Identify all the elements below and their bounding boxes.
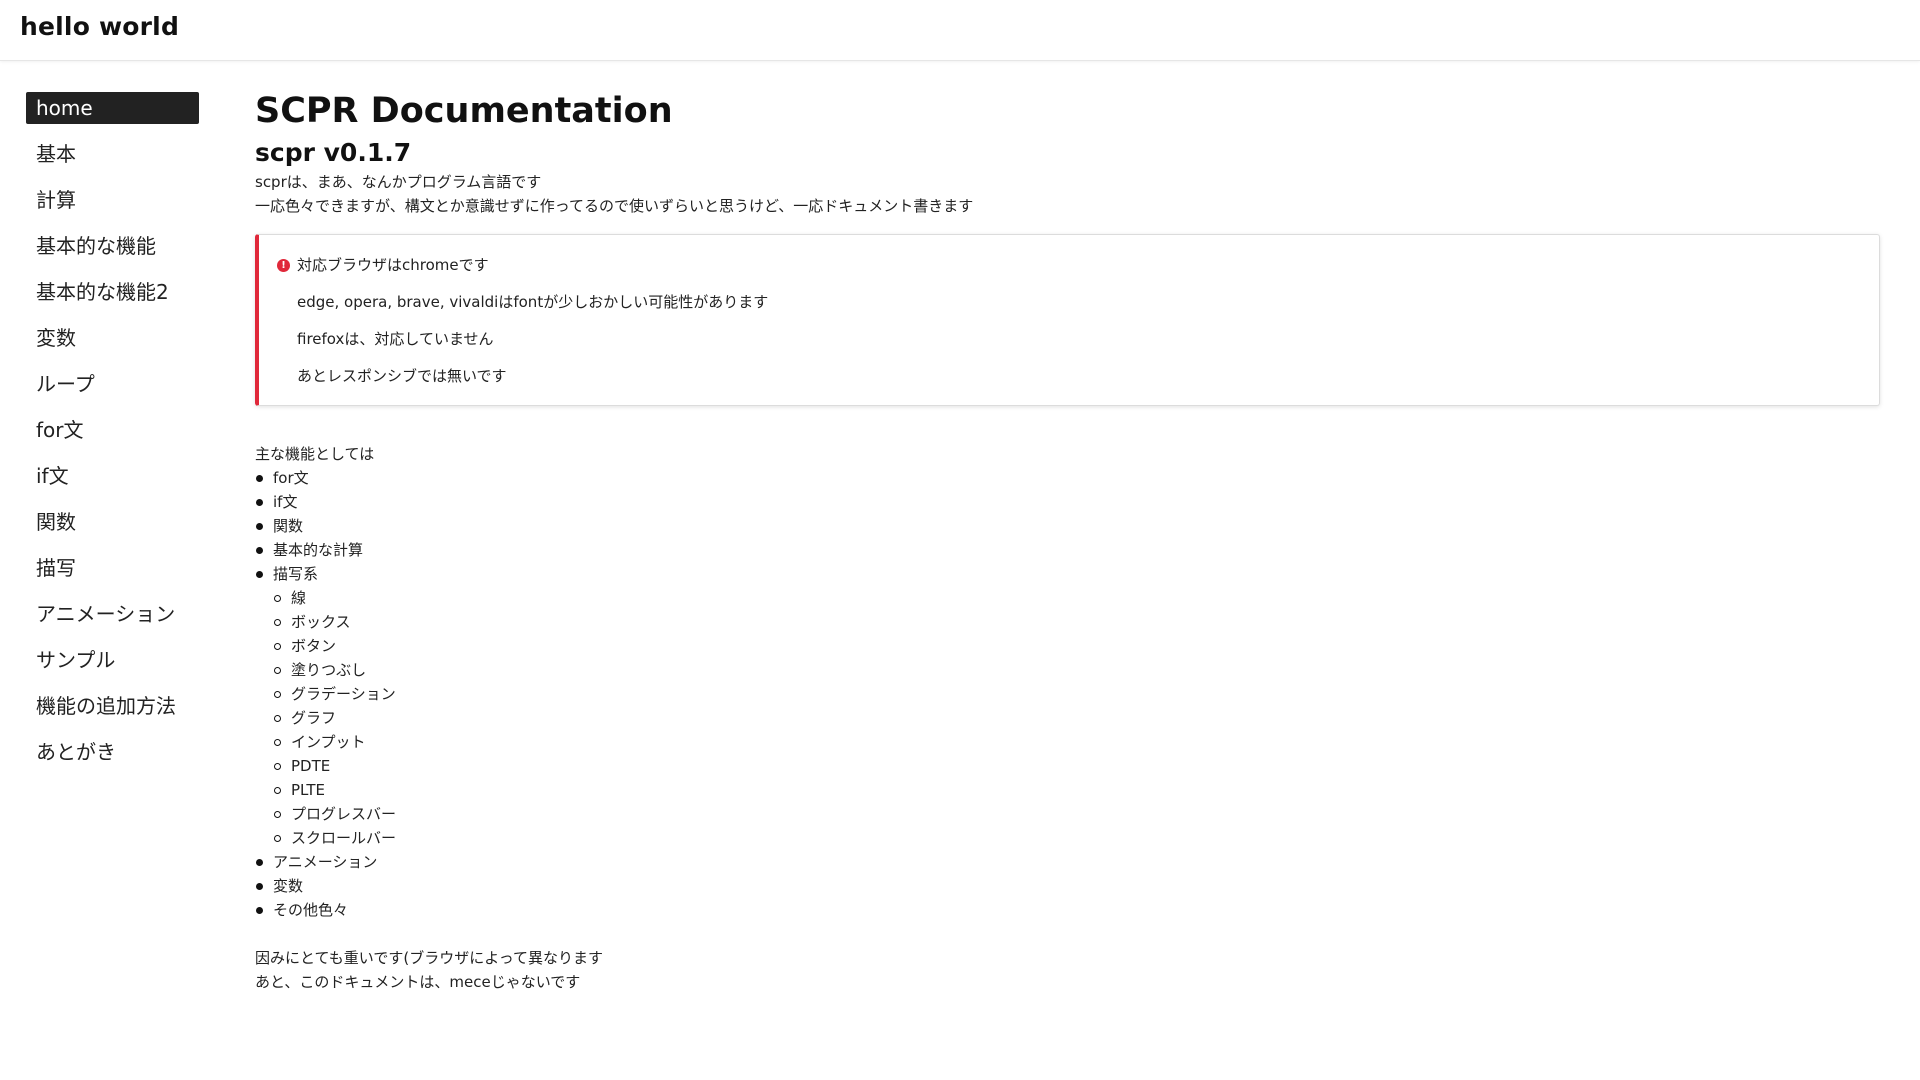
hollow-bullet-icon xyxy=(274,835,281,842)
hollow-bullet-icon xyxy=(274,811,281,818)
list-item-label: 変数 xyxy=(273,877,304,895)
intro-line: 一応色々できますが、構文とか意識せずに作ってるので使いずらいと思うけど、一応ドキ… xyxy=(255,197,974,215)
sidebar-item-if[interactable]: if文 xyxy=(26,460,199,492)
list-item-label: スクロールバー xyxy=(291,829,397,847)
sub-list-item: インプット xyxy=(255,730,1880,754)
sidebar-nav: home 基本 計算 基本的な機能 基本的な機能2 変数 ループ for文 if… xyxy=(26,92,199,782)
bullet-icon xyxy=(256,883,263,890)
bullet-icon xyxy=(256,571,263,578)
sidebar-item-loop[interactable]: ループ xyxy=(26,368,199,400)
sidebar-item-functions[interactable]: 関数 xyxy=(26,506,199,538)
notice-text: 対応ブラウザはchromeです xyxy=(297,256,489,274)
bullet-icon xyxy=(256,523,263,530)
notice-line: firefoxは、対応していません xyxy=(277,321,1879,358)
sidebar-item-calculation[interactable]: 計算 xyxy=(26,184,199,216)
list-item-label: ボックス xyxy=(291,613,351,631)
sidebar-item-home[interactable]: home xyxy=(26,92,199,124)
footer-note-line: あと、このドキュメントは、meceじゃないです xyxy=(255,973,581,991)
sub-list-item: ボタン xyxy=(255,634,1880,658)
list-item-label: PLTE xyxy=(291,781,325,799)
list-item-label: アニメーション xyxy=(273,853,378,871)
notice-line: ! 対応ブラウザはchromeです xyxy=(277,247,1879,284)
sub-list-item: PDTE xyxy=(255,754,1880,778)
main-content: SCPR Documentation scpr v0.1.7 scprは、まあ、… xyxy=(255,88,1880,994)
bullet-icon xyxy=(256,907,263,914)
hollow-bullet-icon xyxy=(274,619,281,626)
list-item-label: グラフ xyxy=(291,709,337,727)
list-item: for文 xyxy=(255,466,1880,490)
list-item: アニメーション xyxy=(255,850,1880,874)
hollow-bullet-icon xyxy=(274,595,281,602)
list-item: if文 xyxy=(255,490,1880,514)
hollow-bullet-icon xyxy=(274,715,281,722)
intro-line: scprは、まあ、なんかプログラム言語です xyxy=(255,173,542,191)
sidebar-item-for[interactable]: for文 xyxy=(26,414,199,446)
intro-text: scprは、まあ、なんかプログラム言語です 一応色々できますが、構文とか意識せず… xyxy=(255,170,1880,218)
hollow-bullet-icon xyxy=(274,763,281,770)
sub-list-item: PLTE xyxy=(255,778,1880,802)
list-item-label: インプット xyxy=(291,733,366,751)
footer-notes: 因みにとても重いです(ブラウザによって異なります あと、このドキュメントは、me… xyxy=(255,946,1880,994)
list-item: 変数 xyxy=(255,874,1880,898)
features-lead: 主な機能としては xyxy=(255,445,375,463)
hollow-bullet-icon xyxy=(274,643,281,650)
sidebar-item-samples[interactable]: サンプル xyxy=(26,644,199,676)
list-item-label: 基本的な計算 xyxy=(273,541,364,559)
list-item-label: 線 xyxy=(291,589,307,607)
list-item-label: PDTE xyxy=(291,757,331,775)
features-section: 主な機能としては for文 if文 関数 基本的な計算 描写系 線 ボックス ボ… xyxy=(255,442,1880,922)
sidebar-item-animation[interactable]: アニメーション xyxy=(26,598,199,630)
bullet-icon xyxy=(256,859,263,866)
sidebar-item-adding-features[interactable]: 機能の追加方法 xyxy=(26,690,199,722)
footer-note-line: 因みにとても重いです(ブラウザによって異なります xyxy=(255,949,604,967)
site-title[interactable]: hello world xyxy=(20,12,179,41)
notice-text: あとレスポンシブでは無いです xyxy=(297,367,507,385)
list-item-label: for文 xyxy=(273,469,309,487)
sub-list-item: プログレスバー xyxy=(255,802,1880,826)
sub-list-item: 塗りつぶし xyxy=(255,658,1880,682)
list-item-label: プログレスバー xyxy=(291,805,397,823)
drawing-sublist: 線 ボックス ボタン 塗りつぶし グラデーション グラフ インプット PDTE … xyxy=(255,586,1880,850)
list-item: 描写系 xyxy=(255,562,1880,586)
sub-list-item: グラデーション xyxy=(255,682,1880,706)
list-item: その他色々 xyxy=(255,898,1880,922)
site-header: hello world xyxy=(0,0,1920,61)
list-item-label: 描写系 xyxy=(273,565,319,583)
sidebar-item-variables[interactable]: 変数 xyxy=(26,322,199,354)
list-item-label: その他色々 xyxy=(273,901,349,919)
sub-list-item: スクロールバー xyxy=(255,826,1880,850)
sidebar-item-drawing[interactable]: 描写 xyxy=(26,552,199,584)
sidebar-item-basic-features[interactable]: 基本的な機能 xyxy=(26,230,199,262)
list-item-label: 関数 xyxy=(273,517,304,535)
list-item-label: if文 xyxy=(273,493,298,511)
notice-line: edge, opera, brave, vivaldiはfontが少しおかしい可… xyxy=(277,284,1879,321)
hollow-bullet-icon xyxy=(274,787,281,794)
bullet-icon xyxy=(256,475,263,482)
alert-circle-icon: ! xyxy=(277,259,290,272)
sub-list-item: 線 xyxy=(255,586,1880,610)
list-item: 基本的な計算 xyxy=(255,538,1880,562)
notice-text: edge, opera, brave, vivaldiはfontが少しおかしい可… xyxy=(297,293,769,311)
notice-text: firefoxは、対応していません xyxy=(297,330,494,348)
bullet-icon xyxy=(256,547,263,554)
sidebar-item-basics[interactable]: 基本 xyxy=(26,138,199,170)
hollow-bullet-icon xyxy=(274,739,281,746)
notice-line: あとレスポンシブでは無いです xyxy=(277,358,1879,395)
bullet-icon xyxy=(256,499,263,506)
page-title: SCPR Documentation xyxy=(255,91,673,131)
list-item-label: 塗りつぶし xyxy=(291,661,367,679)
sub-list-item: グラフ xyxy=(255,706,1880,730)
list-item-label: ボタン xyxy=(291,637,337,655)
list-item: 関数 xyxy=(255,514,1880,538)
browser-notice: ! 対応ブラウザはchromeです edge, opera, brave, vi… xyxy=(255,234,1880,406)
features-list: for文 if文 関数 基本的な計算 描写系 線 ボックス ボタン 塗りつぶし … xyxy=(255,466,1880,922)
hollow-bullet-icon xyxy=(274,667,281,674)
version-heading: scpr v0.1.7 xyxy=(255,138,412,167)
list-item-label: グラデーション xyxy=(291,685,396,703)
sidebar-item-afterword[interactable]: あとがき xyxy=(26,736,199,768)
hollow-bullet-icon xyxy=(274,691,281,698)
sub-list-item: ボックス xyxy=(255,610,1880,634)
sidebar-item-basic-features-2[interactable]: 基本的な機能2 xyxy=(26,276,199,308)
